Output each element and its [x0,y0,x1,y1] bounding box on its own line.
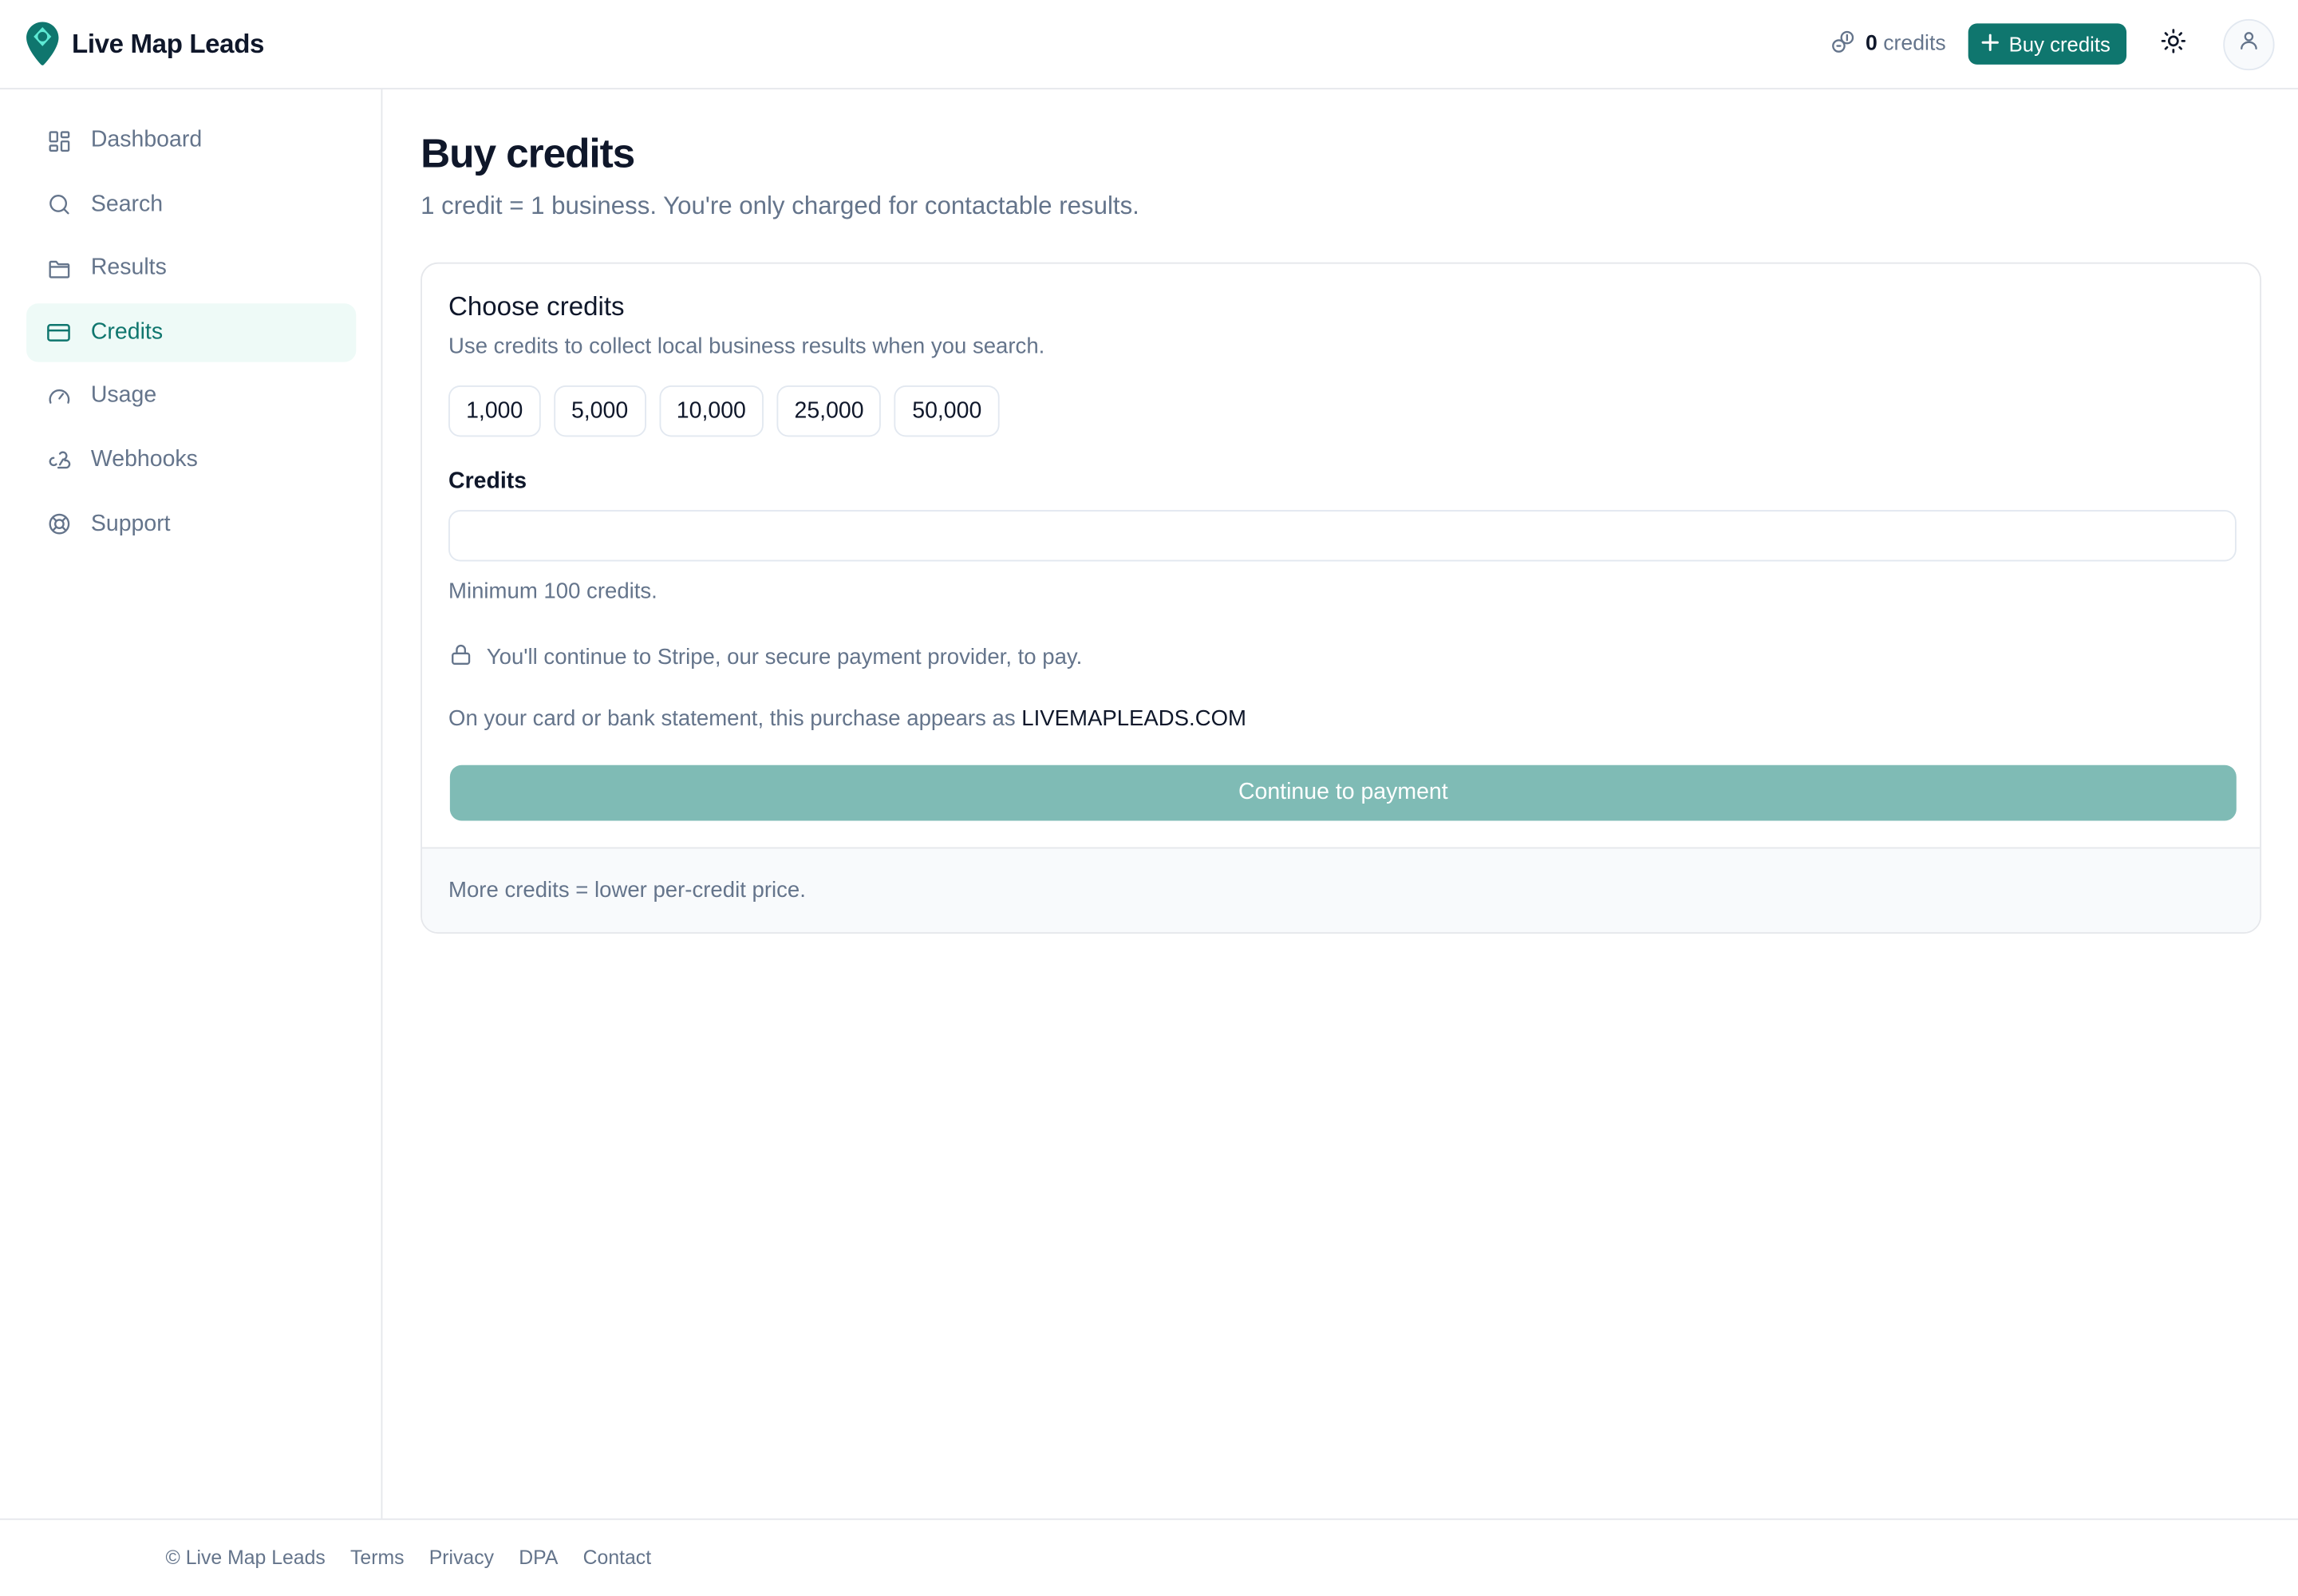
secure-note-text: You'll continue to Stripe, our secure pa… [486,645,1083,670]
credits-unit: credits [1883,32,1946,56]
footer-link-contact[interactable]: Contact [583,1547,651,1569]
copyright: © Live Map Leads [165,1546,326,1569]
preset-group: 1,000 5,000 10,000 25,000 50,000 [448,385,2233,437]
sidebar-item-credits[interactable]: Credits [26,302,357,362]
sidebar-item-label: Credits [90,318,164,345]
secure-payment-note: You'll continue to Stripe, our secure pa… [448,642,2233,673]
page-subtitle: 1 credit = 1 business. You're only charg… [421,192,1139,220]
footer-link-dpa[interactable]: DPA [519,1547,558,1569]
lock-icon [448,642,473,673]
credit-card-icon [45,319,72,346]
sidebar-item-label: Dashboard [90,127,203,153]
credits-field-label: Credits [448,468,527,494]
credits-count: 0 [1865,32,1877,56]
sidebar-item-label: Usage [90,383,157,409]
avatar[interactable] [2223,18,2275,70]
sidebar-item-label: Search [90,191,164,217]
statement-descriptor: LIVEMAPLEADS.COM [1021,706,1246,732]
search-icon [45,192,72,218]
sidebar-item-support[interactable]: Support [26,495,356,553]
statement-prefix: On your card or bank statement, this pur… [448,706,1016,732]
preset-button[interactable]: 50,000 [894,385,1000,437]
preset-button[interactable]: 1,000 [448,385,541,437]
map-pin-icon [25,21,60,68]
page-footer: © Live Map Leads Terms Privacy DPA Conta… [0,1518,2298,1595]
coins-icon [1830,29,1855,60]
sidebar-item-label: Webhooks [90,447,198,472]
preset-button[interactable]: 25,000 [776,385,882,437]
footer-link-privacy[interactable]: Privacy [429,1547,494,1569]
buy-credits-button[interactable]: Buy credits [1968,23,2127,65]
statement-descriptor-note: On your card or bank statement, this pur… [448,706,2233,731]
folder-icon [45,255,72,282]
sidebar-item-label: Results [90,255,167,281]
continue-to-payment-button[interactable]: Continue to payment [449,764,2237,821]
sidebar-item-results[interactable]: Results [26,239,356,298]
brand[interactable]: Live Map Leads [25,21,264,68]
brand-name: Live Map Leads [71,28,265,58]
sidebar: Dashboard Search Results Credits Usage W… [0,89,383,1519]
minimum-hint: Minimum 100 credits. [448,579,657,604]
plus-icon [1981,32,1999,55]
buy-credits-label: Buy credits [2008,32,2110,56]
card-title: Choose credits [448,291,625,322]
credits-input[interactable] [448,510,2237,562]
sidebar-item-search[interactable]: Search [26,176,356,234]
footer-link-terms[interactable]: Terms [350,1547,404,1569]
card-description: Use credits to collect local business re… [448,334,1045,359]
choose-credits-card: Choose credits Use credits to collect lo… [421,262,2262,934]
page-title: Buy credits [421,130,635,176]
preset-button[interactable]: 10,000 [658,385,764,437]
gauge-icon [45,383,72,409]
sidebar-item-label: Support [90,511,171,536]
theme-toggle-button[interactable] [2156,26,2191,61]
webhook-icon [45,447,72,473]
lifebuoy-icon [45,511,72,537]
card-footer-note: More credits = lower per-credit price. [421,847,2260,933]
user-icon [2238,30,2260,59]
preset-button[interactable]: 5,000 [553,385,646,437]
sidebar-item-webhooks[interactable]: Webhooks [26,431,356,489]
sun-icon [2160,27,2186,61]
sidebar-item-dashboard[interactable]: Dashboard [26,112,356,170]
credits-balance[interactable]: 0 credits [1830,29,1946,60]
dashboard-icon [45,128,72,154]
main-content: Buy credits 1 credit = 1 business. You'r… [421,89,2262,934]
sidebar-item-usage[interactable]: Usage [26,367,356,425]
top-bar: Live Map Leads 0 credits Buy credits [0,0,2298,90]
